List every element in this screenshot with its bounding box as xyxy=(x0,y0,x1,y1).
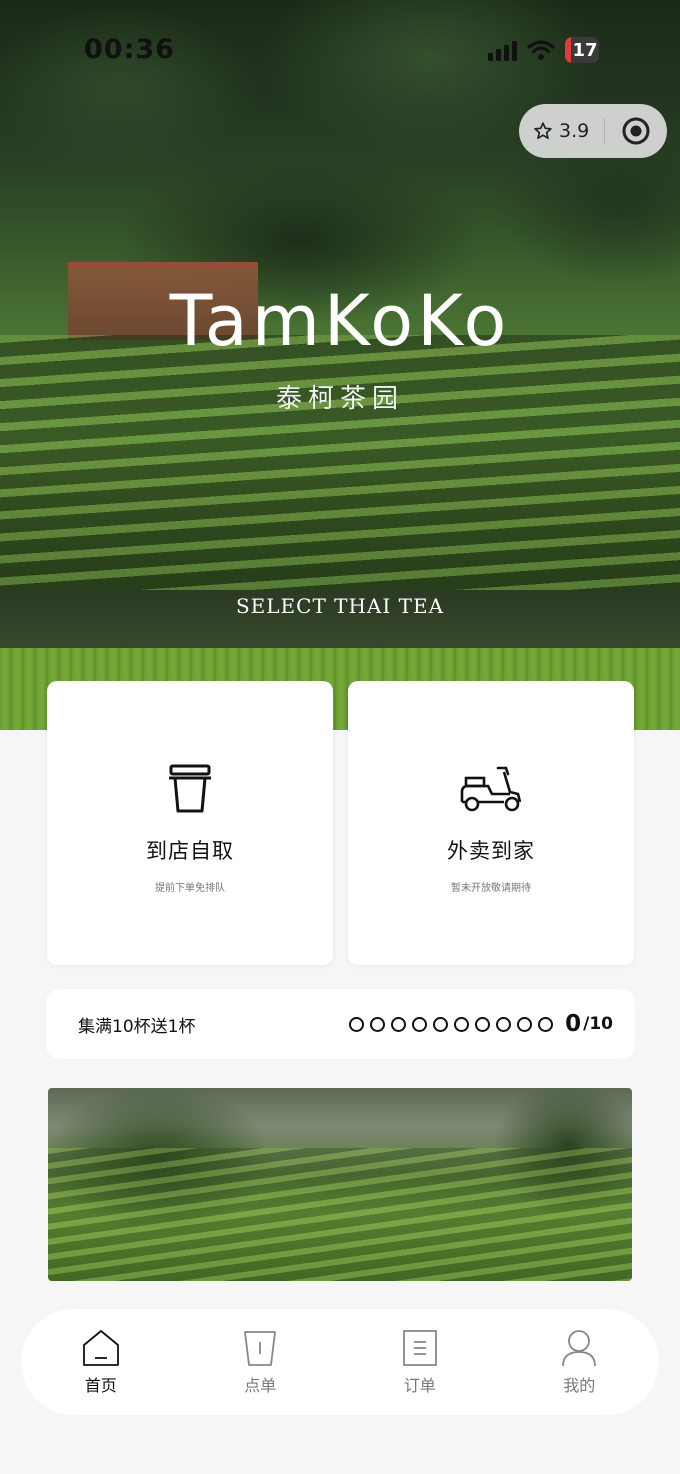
hero-banner: 00:36 17 3.9 TamKoKo 泰柯茶园 SELECT THAI TE… xyxy=(0,0,680,730)
wifi-icon xyxy=(527,40,555,60)
tab-home-label: 首页 xyxy=(84,1376,117,1395)
cup-icon xyxy=(167,761,213,817)
stamp-slot xyxy=(412,1016,428,1032)
rating-value: 3.9 xyxy=(559,120,590,142)
stamp-slots xyxy=(349,1016,554,1032)
scooter-icon xyxy=(458,761,524,817)
delivery-subtitle: 暂未开放敬请期待 xyxy=(451,883,531,894)
mini-program-capsule[interactable]: 3.9 xyxy=(519,104,667,158)
pickup-card[interactable]: 到店自取 提前下单免排队 xyxy=(47,681,333,965)
battery-icon: 17 xyxy=(565,37,599,63)
hero-slogan: SELECT THAI TEA xyxy=(235,594,445,618)
home-icon xyxy=(82,1330,119,1366)
tab-orders-label: 订单 xyxy=(403,1376,436,1395)
stamp-slot xyxy=(391,1016,407,1032)
stamp-progress: 0 /10 xyxy=(349,1011,613,1037)
status-icons: 17 xyxy=(488,36,618,64)
tab-menu-label: 点单 xyxy=(244,1376,277,1395)
status-time: 00:36 xyxy=(84,34,175,65)
delivery-card[interactable]: 外卖到家 暂未开放敬请期待 xyxy=(348,681,634,965)
tab-home[interactable]: 首页 xyxy=(41,1328,161,1396)
stamp-slot xyxy=(475,1016,491,1032)
delivery-title: 外卖到家 xyxy=(447,839,535,863)
cup-icon xyxy=(244,1331,277,1366)
stamp-slot xyxy=(517,1016,533,1032)
stamp-slot xyxy=(496,1016,512,1032)
banner-terraces xyxy=(48,1148,632,1281)
stamp-slot xyxy=(433,1016,449,1032)
rating-button[interactable]: 3.9 xyxy=(519,120,604,142)
bottom-tab-bar: 首页 点单 订单 我的 xyxy=(21,1309,659,1415)
stamp-slot xyxy=(349,1016,365,1032)
stamp-total: /10 xyxy=(583,1014,613,1034)
user-icon xyxy=(562,1330,597,1367)
stamp-count: 0 xyxy=(565,1011,582,1037)
tab-profile[interactable]: 我的 xyxy=(519,1328,639,1396)
target-icon xyxy=(622,117,650,145)
promo-banner-image[interactable] xyxy=(48,1088,632,1281)
star-icon xyxy=(534,122,552,139)
stamp-label: 集满10杯送1杯 xyxy=(78,1016,196,1037)
brand-logo: TamKoKo xyxy=(169,280,511,362)
tab-menu[interactable]: 点单 xyxy=(200,1328,320,1396)
stamp-slot xyxy=(454,1016,470,1032)
signal-icon xyxy=(488,39,517,61)
pickup-title: 到店自取 xyxy=(146,839,234,863)
brand-chinese-name: 泰柯茶园 xyxy=(275,384,404,414)
battery-level: 17 xyxy=(572,39,598,61)
pickup-subtitle: 提前下单免排队 xyxy=(155,883,225,894)
hero-tea-rows xyxy=(0,335,680,595)
stamp-slot xyxy=(538,1016,554,1032)
close-mini-program-button[interactable] xyxy=(605,116,667,146)
order-list-icon xyxy=(402,1330,437,1366)
stamp-slot xyxy=(370,1016,386,1032)
stamp-card[interactable]: 集满10杯送1杯 0 /10 xyxy=(46,989,635,1059)
tab-profile-label: 我的 xyxy=(563,1376,596,1395)
tab-orders[interactable]: 订单 xyxy=(360,1328,480,1396)
